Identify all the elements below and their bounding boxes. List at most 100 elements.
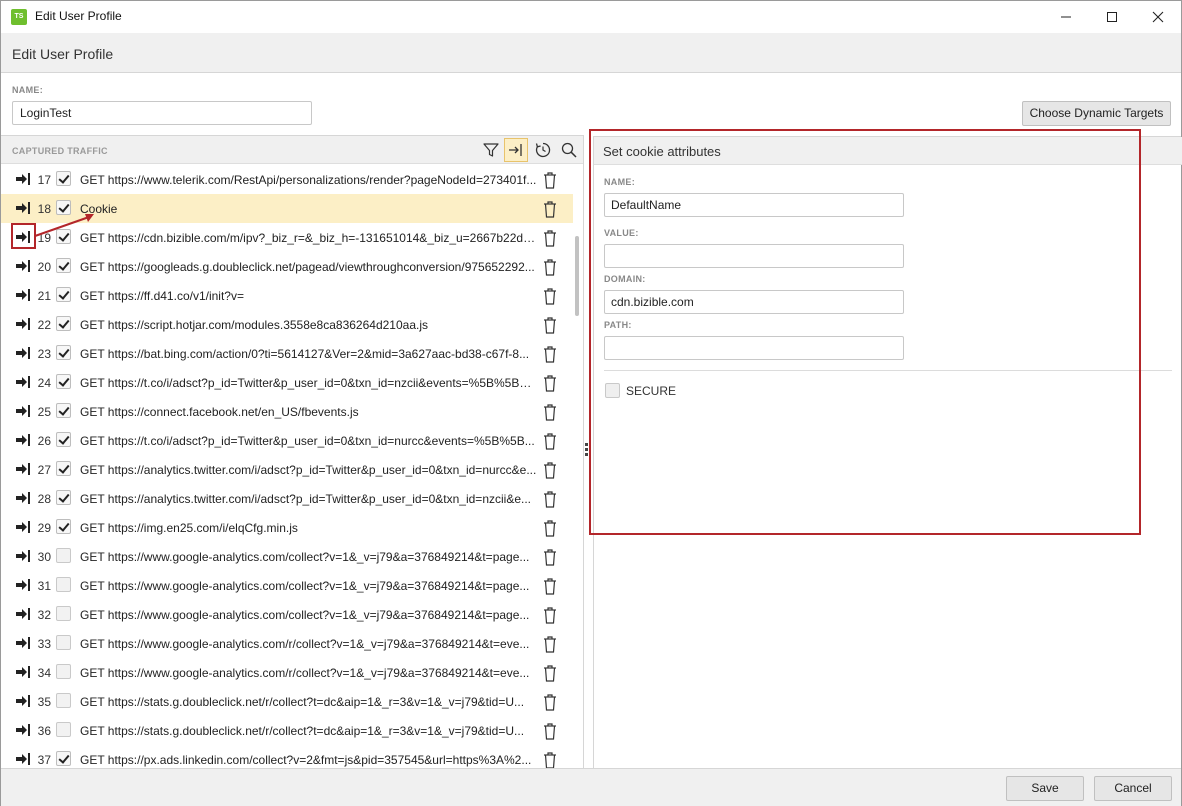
row-checkbox[interactable] — [56, 229, 71, 244]
step-arrow-icon[interactable] — [15, 375, 31, 389]
trash-icon[interactable] — [542, 635, 558, 653]
trash-icon[interactable] — [542, 490, 558, 508]
row-checkbox[interactable] — [56, 664, 71, 679]
traffic-row[interactable]: 24 GET https://t.co/i/adsct?p_id=Twitter… — [1, 368, 573, 397]
traffic-row[interactable]: 29 GET https://img.en25.com/i/elqCfg.min… — [1, 513, 573, 542]
step-arrow-icon[interactable] — [15, 665, 31, 679]
traffic-row[interactable]: 36 GET https://stats.g.doubleclick.net/r… — [1, 716, 573, 745]
row-checkbox[interactable] — [56, 606, 71, 621]
trash-icon[interactable] — [542, 548, 558, 566]
traffic-row[interactable]: 35 GET https://stats.g.doubleclick.net/r… — [1, 687, 573, 716]
step-arrow-icon[interactable] — [15, 317, 31, 331]
trash-icon[interactable] — [542, 258, 558, 276]
close-button[interactable] — [1135, 1, 1181, 33]
step-arrow-icon[interactable] — [15, 723, 31, 737]
step-arrow-icon[interactable] — [15, 607, 31, 621]
save-button[interactable]: Save — [1006, 776, 1084, 801]
step-arrow-icon[interactable] — [15, 433, 31, 447]
trash-icon[interactable] — [542, 693, 558, 711]
traffic-row[interactable]: 19 GET https://cdn.bizible.com/m/ipv?_bi… — [1, 223, 573, 252]
row-checkbox[interactable] — [56, 461, 71, 476]
maximize-button[interactable] — [1089, 1, 1135, 33]
cookie-domain-input[interactable] — [604, 290, 904, 314]
step-arrow-icon[interactable] — [15, 201, 31, 215]
row-checkbox[interactable] — [56, 258, 71, 273]
trash-icon[interactable] — [542, 403, 558, 421]
trash-icon[interactable] — [542, 374, 558, 392]
traffic-row[interactable]: 18 Cookie — [1, 194, 573, 223]
trash-icon[interactable] — [542, 229, 558, 247]
row-checkbox[interactable] — [56, 693, 71, 708]
step-arrow-icon[interactable] — [15, 346, 31, 360]
step-arrow-icon[interactable] — [15, 752, 31, 766]
row-checkbox[interactable] — [56, 548, 71, 563]
row-checkbox[interactable] — [56, 403, 71, 418]
filter-button[interactable] — [479, 138, 503, 162]
traffic-row[interactable]: 23 GET https://bat.bing.com/action/0?ti=… — [1, 339, 573, 368]
step-arrow-icon[interactable] — [15, 578, 31, 592]
row-checkbox[interactable] — [56, 519, 71, 534]
traffic-row[interactable]: 27 GET https://analytics.twitter.com/i/a… — [1, 455, 573, 484]
cookie-value-input[interactable] — [604, 244, 904, 268]
step-arrow-icon[interactable] — [15, 288, 31, 302]
trash-icon[interactable] — [542, 287, 558, 305]
row-checkbox[interactable] — [56, 635, 71, 650]
choose-dynamic-targets-button[interactable]: Choose Dynamic Targets — [1022, 101, 1171, 126]
row-checkbox[interactable] — [56, 374, 71, 389]
step-arrow-icon[interactable] — [15, 404, 31, 418]
row-checkbox[interactable] — [56, 751, 71, 766]
step-arrow-icon[interactable] — [15, 520, 31, 534]
trash-icon[interactable] — [542, 200, 558, 218]
step-arrow-icon[interactable] — [15, 172, 31, 186]
traffic-row[interactable]: 30 GET https://www.google-analytics.com/… — [1, 542, 573, 571]
trash-icon[interactable] — [542, 664, 558, 682]
trash-icon[interactable] — [542, 751, 558, 768]
row-checkbox[interactable] — [56, 345, 71, 360]
trash-icon[interactable] — [542, 606, 558, 624]
step-arrow-icon[interactable] — [15, 636, 31, 650]
step-arrow-icon[interactable] — [15, 462, 31, 476]
traffic-row[interactable]: 28 GET https://analytics.twitter.com/i/a… — [1, 484, 573, 513]
traffic-row[interactable]: 33 GET https://www.google-analytics.com/… — [1, 629, 573, 658]
row-checkbox[interactable] — [56, 722, 71, 737]
search-button[interactable] — [557, 138, 581, 162]
traffic-row[interactable]: 17 GET https://www.telerik.com/RestApi/p… — [1, 165, 573, 194]
traffic-row[interactable]: 21 GET https://ff.d41.co/v1/init?v= — [1, 281, 573, 310]
cookie-name-input[interactable] — [604, 193, 904, 217]
traffic-row[interactable]: 34 GET https://www.google-analytics.com/… — [1, 658, 573, 687]
traffic-row[interactable]: 26 GET https://t.co/i/adsct?p_id=Twitter… — [1, 426, 573, 455]
step-arrow-icon[interactable] — [15, 491, 31, 505]
traffic-row[interactable]: 37 GET https://px.ads.linkedin.com/colle… — [1, 745, 573, 768]
row-checkbox[interactable] — [56, 316, 71, 331]
step-arrow-icon[interactable] — [15, 259, 31, 273]
trash-icon[interactable] — [542, 519, 558, 537]
row-checkbox[interactable] — [56, 287, 71, 302]
trash-icon[interactable] — [542, 722, 558, 740]
refresh-button[interactable] — [531, 138, 555, 162]
profile-name-input[interactable] — [12, 101, 312, 125]
trash-icon[interactable] — [542, 461, 558, 479]
row-checkbox[interactable] — [56, 200, 71, 215]
step-arrow-icon[interactable] — [15, 230, 31, 244]
step-arrow-icon[interactable] — [15, 694, 31, 708]
traffic-scrollbar[interactable] — [575, 236, 579, 316]
traffic-row[interactable]: 20 GET https://googleads.g.doubleclick.n… — [1, 252, 573, 281]
trash-icon[interactable] — [542, 345, 558, 363]
panel-splitter-handle[interactable] — [585, 441, 589, 461]
row-checkbox[interactable] — [56, 432, 71, 447]
trash-icon[interactable] — [542, 577, 558, 595]
row-checkbox[interactable] — [56, 577, 71, 592]
go-to-step-button[interactable] — [504, 138, 528, 162]
step-arrow-icon[interactable] — [15, 549, 31, 563]
row-checkbox[interactable] — [56, 490, 71, 505]
cookie-path-input[interactable] — [604, 336, 904, 360]
traffic-row[interactable]: 32 GET https://www.google-analytics.com/… — [1, 600, 573, 629]
trash-icon[interactable] — [542, 316, 558, 334]
trash-icon[interactable] — [542, 432, 558, 450]
minimize-button[interactable] — [1043, 1, 1089, 33]
traffic-row[interactable]: 31 GET https://www.google-analytics.com/… — [1, 571, 573, 600]
secure-checkbox[interactable] — [605, 383, 620, 398]
traffic-row[interactable]: 22 GET https://script.hotjar.com/modules… — [1, 310, 573, 339]
cancel-button[interactable]: Cancel — [1094, 776, 1172, 801]
trash-icon[interactable] — [542, 171, 558, 189]
